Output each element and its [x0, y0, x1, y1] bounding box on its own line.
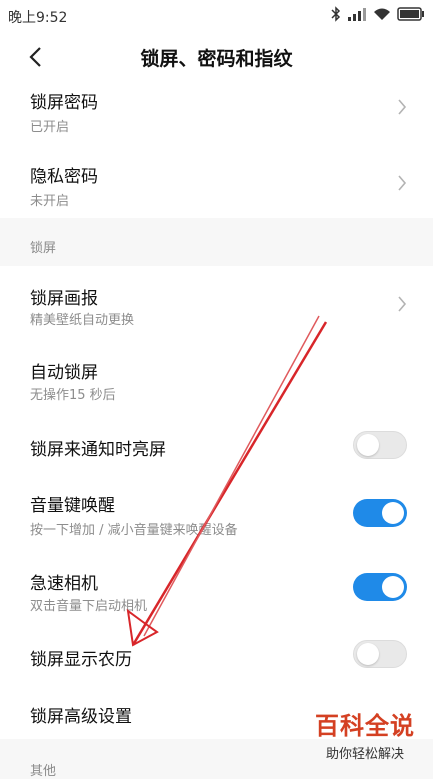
chevron-right-icon: [398, 99, 407, 115]
lunar-calendar-row: 锁屏显示农历: [0, 625, 433, 684]
auto-lock-row[interactable]: 自动锁屏 无操作15 秒后: [0, 340, 433, 416]
chevron-right-icon: [398, 296, 407, 312]
section-label-lockscreen: 锁屏: [30, 241, 57, 256]
chevron-right-icon: [398, 175, 407, 191]
status-time: 晚上9:52: [8, 10, 68, 26]
lunar-calendar-title: 锁屏显示农历: [30, 650, 132, 670]
quick-camera-row: 急速相机 双击音量下启动相机: [0, 551, 433, 626]
volume-wake-row: 音量键唤醒 按一下增加 / 减小音量键来唤醒设备: [0, 475, 433, 552]
privacy-password-status: 未开启: [30, 194, 70, 209]
lock-password-row[interactable]: 锁屏密码 已开启: [0, 82, 433, 151]
advanced-settings-title: 锁屏高级设置: [30, 707, 132, 727]
auto-lock-subtitle: 无操作15 秒后: [30, 388, 116, 403]
watermark-logo: 百科全说 助你轻松解决: [309, 706, 421, 764]
toggle-knob: [357, 434, 379, 456]
privacy-password-row[interactable]: 隐私密码 未开启: [0, 150, 433, 218]
bluetooth-icon: [331, 6, 341, 22]
watermark-slogan: 助你轻松解决: [325, 747, 404, 762]
status-bar: 晚上9:52: [0, 0, 433, 32]
lock-wallpaper-row[interactable]: 锁屏画报 精美壁纸自动更换: [0, 266, 433, 341]
quick-camera-title: 急速相机: [30, 574, 98, 594]
volume-wake-title: 音量键唤醒: [30, 496, 115, 516]
quick-camera-toggle[interactable]: [353, 573, 407, 601]
page-title: 锁屏、密码和指纹: [140, 48, 293, 70]
section-label-other: 其他: [30, 764, 57, 779]
volume-wake-subtitle: 按一下增加 / 减小音量键来唤醒设备: [30, 523, 238, 538]
quick-camera-subtitle: 双击音量下启动相机: [30, 599, 148, 614]
auto-lock-title: 自动锁屏: [30, 363, 98, 383]
top-bar: 锁屏、密码和指纹: [0, 32, 433, 82]
toggle-knob: [382, 502, 404, 524]
lock-password-title: 锁屏密码: [30, 93, 98, 113]
privacy-password-title: 隐私密码: [30, 167, 98, 187]
battery-icon: [397, 7, 424, 21]
lunar-calendar-toggle[interactable]: [353, 640, 407, 668]
watermark-brand: 百科全说: [315, 712, 415, 740]
toggle-knob: [382, 576, 404, 598]
notify-wake-title: 锁屏来通知时亮屏: [30, 440, 166, 460]
volume-wake-toggle[interactable]: [353, 499, 407, 527]
lock-wallpaper-title: 锁屏画报: [30, 289, 98, 309]
status-icons: [331, 6, 425, 22]
wifi-icon: [374, 8, 390, 20]
signal-icon: [348, 8, 366, 21]
lock-wallpaper-subtitle: 精美壁纸自动更换: [30, 313, 135, 328]
lockscreen-card: 锁屏画报 精美壁纸自动更换 自动锁屏 无操作15 秒后 锁屏来通知时亮屏 音量键…: [0, 266, 433, 739]
notify-wake-row: 锁屏来通知时亮屏: [0, 415, 433, 476]
lock-password-status: 已开启: [30, 120, 70, 135]
toggle-knob: [357, 643, 379, 665]
password-card: 锁屏密码 已开启 隐私密码 未开启: [0, 82, 433, 218]
notify-wake-toggle[interactable]: [353, 431, 407, 459]
